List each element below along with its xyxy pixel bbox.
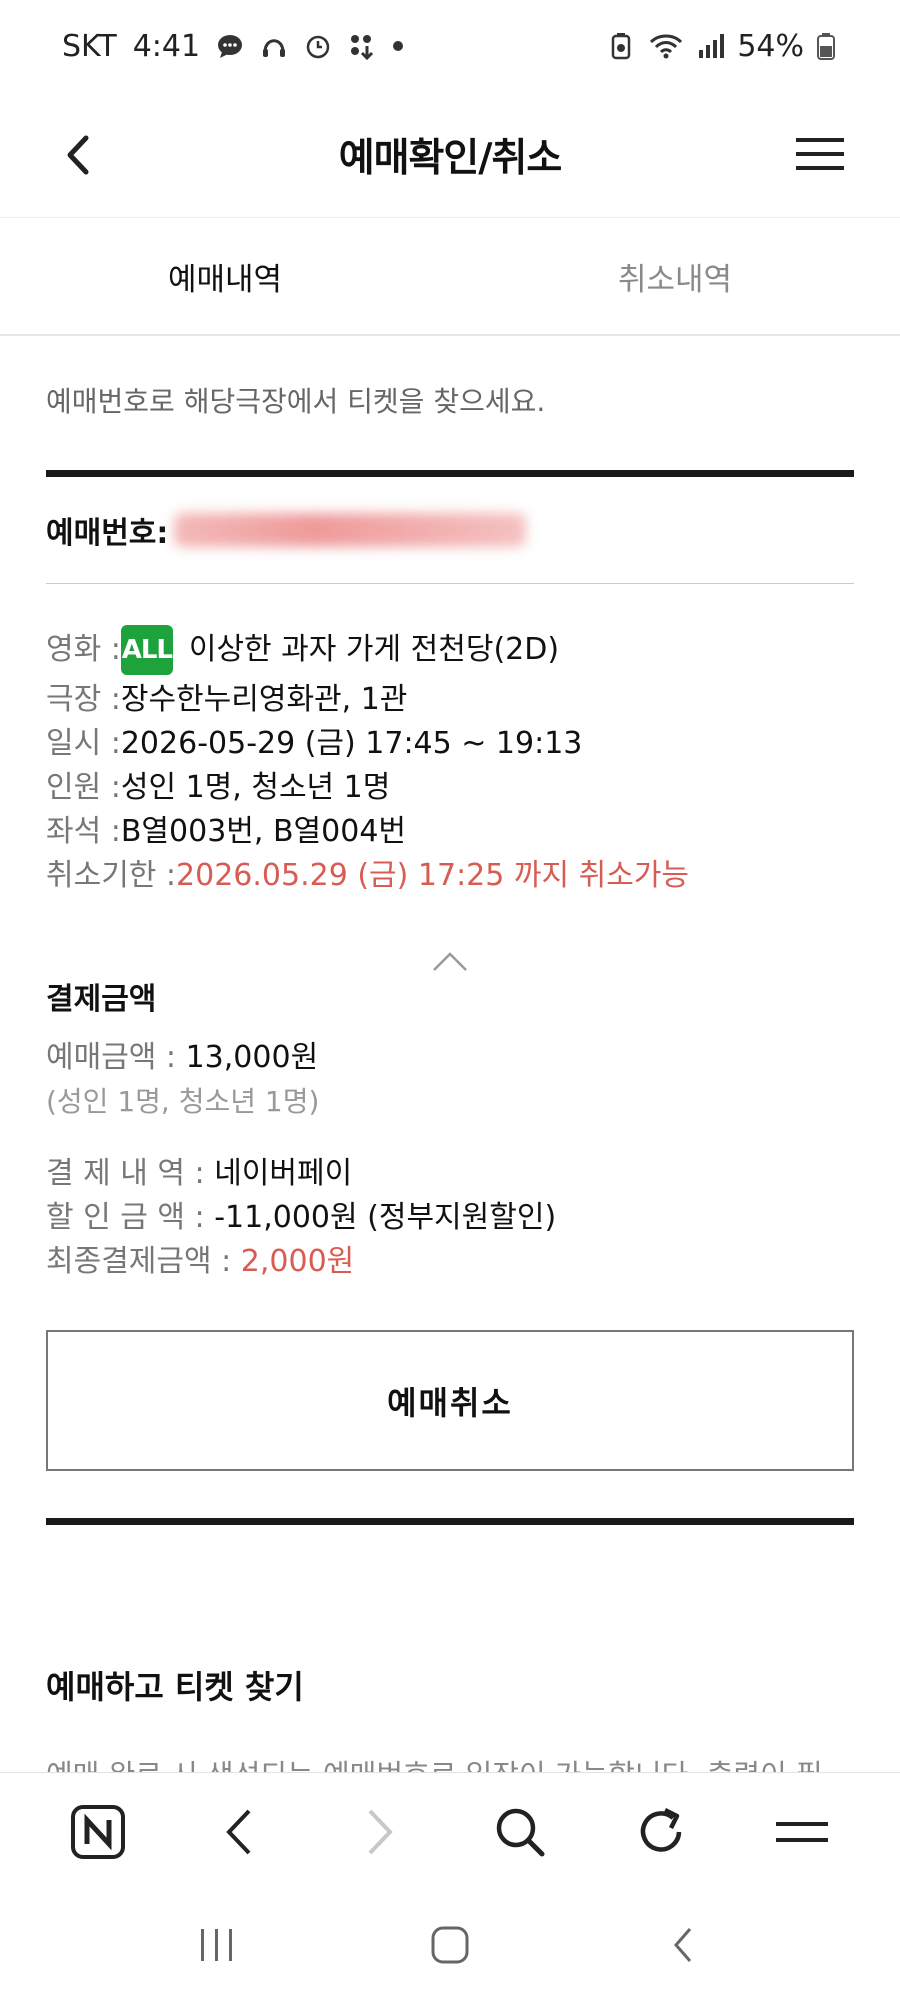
naver-home-button[interactable] — [63, 1797, 133, 1867]
browser-forward-button[interactable] — [345, 1797, 415, 1867]
section-divider-bottom — [46, 1518, 854, 1525]
carrier-label: SKT — [62, 28, 117, 64]
theater-value: 장수한누리영화관, 1관 — [120, 682, 408, 717]
browser-search-button[interactable] — [485, 1797, 555, 1867]
search-icon — [497, 1808, 545, 1856]
chevron-left-icon — [226, 1809, 251, 1854]
seats-label: 좌석 : — [46, 814, 121, 849]
status-bar: SKT 4:41 54% — [0, 0, 900, 92]
page-title: 예매확인/취소 — [338, 135, 563, 181]
payment-amount-value: 13,000원 — [185, 1040, 319, 1075]
headset-icon — [263, 39, 286, 57]
datetime-label: 일시 : — [46, 726, 121, 761]
wifi-icon — [650, 34, 683, 59]
browser-back-button[interactable] — [204, 1797, 274, 1867]
final-amount-value: 2,000원 — [240, 1244, 355, 1279]
browser-refresh-button[interactable] — [626, 1797, 696, 1867]
discount-value: -11,000원 (정부지원할인) — [214, 1200, 557, 1235]
battery-saver-icon — [612, 33, 631, 60]
home-button[interactable] — [415, 1915, 485, 1975]
seats-row: 좌석 : B열003번, B열004번 — [46, 810, 854, 854]
signal-icon — [699, 34, 725, 58]
reservation-number-row: 예매번호: — [46, 508, 854, 552]
alarm-icon — [306, 35, 330, 59]
tab-cancellations[interactable]: 취소내역 — [450, 218, 900, 334]
payment-amount-block: 예매금액 : 13,000원 (성인 1명, 청소년 1명) — [46, 1036, 854, 1124]
reservation-details: 영화 : ALL 이상한 과자 가게 전천당(2D) 극장 : 장수한누리영화관… — [46, 622, 854, 898]
theater-label: 극장 : — [46, 682, 121, 717]
payment-detail-block: 결 제 내 역 : 네이버페이 할 인 금 액 : -11,000원 (정부지원… — [46, 1152, 854, 1284]
reservation-number-value-blurred — [174, 513, 527, 547]
movie-row: 영화 : ALL 이상한 과자 가게 전천당(2D) — [46, 622, 854, 678]
rating-badge: ALL — [120, 625, 173, 675]
final-amount-label: 최종결제금액 : — [46, 1244, 241, 1279]
refresh-icon — [640, 1807, 682, 1852]
payment-method-label: 결 제 내 역 : — [46, 1156, 215, 1191]
find-ticket-text: 예매 완료 시 생성되는 예매번호로 입장이 가능합니다. 출력이 필 — [46, 1752, 854, 1774]
naver-n-icon — [71, 1804, 126, 1859]
payment-title: 결제금액 — [46, 982, 157, 1017]
tab-bar: 예매내역 취소내역 — [0, 218, 900, 336]
discount-label: 할 인 금 액 : — [46, 1200, 215, 1235]
menu-lines-icon — [775, 1821, 828, 1842]
payment-amount-detail: (성인 1명, 청소년 1명) — [46, 1085, 320, 1118]
hamburger-menu-icon[interactable] — [796, 126, 848, 182]
tab-reservations[interactable]: 예매내역 — [0, 218, 450, 334]
movie-label: 영화 : — [46, 632, 121, 667]
chat-icon — [218, 35, 243, 58]
back-icon — [674, 1928, 692, 1962]
system-back-button[interactable] — [648, 1915, 718, 1975]
datetime-row: 일시 : 2026-05-29 (금) 17:45 ~ 19:13 — [46, 722, 854, 766]
payment-method-row: 결 제 내 역 : 네이버페이 — [46, 1152, 854, 1196]
app-header: 예매확인/취소 — [0, 92, 900, 218]
dot-icon — [393, 41, 404, 51]
battery-icon — [817, 33, 835, 60]
cancel-deadline-value: 2026.05.29 (금) 17:25 까지 취소가능 — [176, 858, 690, 893]
divider — [46, 583, 854, 584]
payment-amount-row: 예매금액 : 13,000원 — [46, 1036, 854, 1080]
cancel-deadline-row: 취소기한 : 2026.05.29 (금) 17:25 까지 취소가능 — [46, 854, 854, 898]
seats-value: B열003번, B열004번 — [120, 814, 406, 849]
chevron-right-icon — [368, 1809, 393, 1854]
browser-toolbar — [0, 1772, 900, 1890]
discount-row: 할 인 금 액 : -11,000원 (정부지원할인) — [46, 1196, 854, 1240]
battery-percent: 54% — [737, 28, 804, 64]
app-download-icon — [351, 35, 374, 60]
cancel-reservation-button[interactable]: 예매취소 — [46, 1330, 854, 1471]
recent-apps-icon — [200, 1929, 232, 1961]
cancel-deadline-label: 취소기한 : — [46, 858, 177, 893]
people-label: 인원 : — [46, 770, 121, 805]
people-row: 인원 : 성인 1명, 청소년 1명 — [46, 766, 854, 810]
section-divider-top — [46, 470, 854, 477]
movie-title: 이상한 과자 가게 전천당(2D) — [188, 632, 560, 667]
recent-apps-button[interactable] — [182, 1915, 252, 1975]
theater-row: 극장 : 장수한누리영화관, 1관 — [46, 678, 854, 722]
browser-menu-button[interactable] — [767, 1797, 837, 1867]
final-amount-row: 최종결제금액 : 2,000원 — [46, 1240, 854, 1284]
back-arrow-icon[interactable] — [54, 120, 114, 190]
reservation-number-label: 예매번호: — [46, 516, 169, 551]
chevron-up-icon[interactable] — [430, 950, 470, 974]
guide-text: 예매번호로 해당극장에서 티켓을 찾으세요. — [46, 385, 546, 418]
payment-amount-label: 예매금액 : — [46, 1040, 186, 1075]
clock-label: 4:41 — [132, 28, 201, 64]
home-icon — [431, 1926, 469, 1964]
system-navigation-bar — [0, 1890, 900, 2000]
datetime-value: 2026-05-29 (금) 17:45 ~ 19:13 — [120, 726, 583, 761]
people-value: 성인 1명, 청소년 1명 — [120, 770, 391, 805]
payment-method-value: 네이버페이 — [214, 1156, 353, 1191]
find-ticket-title: 예매하고 티켓 찾기 — [46, 1668, 304, 1706]
